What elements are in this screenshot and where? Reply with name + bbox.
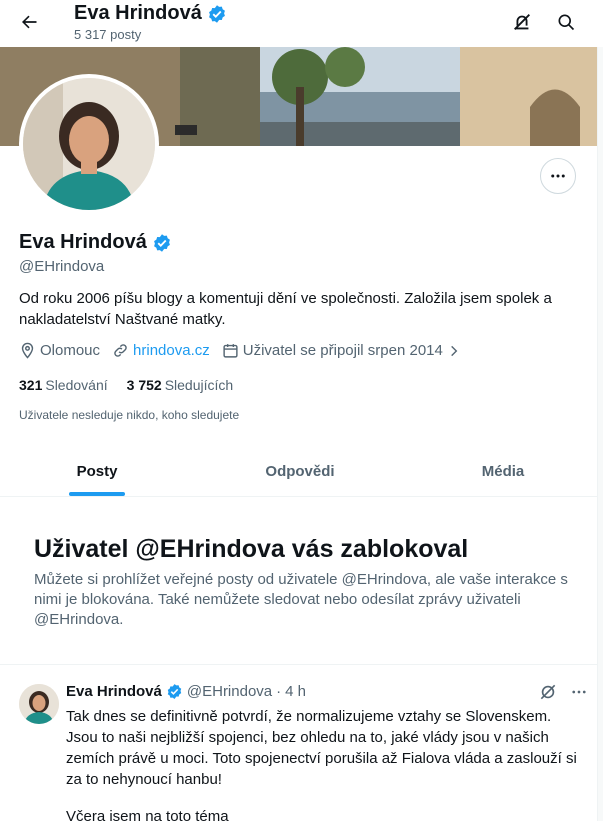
tab-posts[interactable]: Posty: [0, 446, 194, 497]
more-options-button[interactable]: [540, 158, 576, 194]
following-link[interactable]: 321 Sledování: [19, 377, 108, 393]
blocked-text: Můžete si prohlížet veřejné posty od uži…: [34, 571, 568, 628]
tweet-author-name[interactable]: Eva Hrindová: [66, 683, 162, 700]
verified-badge-icon[interactable]: [152, 233, 172, 253]
not-followed-note: Uživatele nesleduje nikdo, koho sledujet…: [19, 408, 240, 422]
tweet-text: Tak dnes se definitivně potvrdí, že norm…: [66, 708, 577, 788]
followers-link[interactable]: 3 752 Sledujících: [127, 377, 234, 393]
tweet-author-handle[interactable]: @EHrindova: [187, 683, 272, 700]
profile-handle: @EHrindova: [19, 258, 105, 275]
location-pin-icon: [21, 342, 34, 359]
website-item: hrindova.cz: [112, 342, 210, 359]
profile-bio: Od roku 2006 píšu blogy a komentuji dění…: [19, 290, 552, 328]
tweet-avatar[interactable]: [19, 684, 59, 724]
arrow-left-icon: [22, 15, 37, 29]
verified-badge-icon: [208, 4, 225, 23]
website-link[interactable]: hrindova.cz: [133, 342, 210, 359]
joined-text: Uživatel se připojil srpen 2014: [242, 342, 443, 359]
blocked-title: Uživatel @EHrindova vás zablokoval: [34, 535, 469, 563]
calendar-icon: [223, 344, 238, 358]
header-name: Eva Hrindová: [74, 2, 202, 24]
tab-media[interactable]: Média: [403, 446, 603, 497]
search-button[interactable]: [552, 8, 580, 36]
more-horizontal-icon: [551, 174, 565, 178]
location-item: Olomouc: [19, 342, 100, 359]
active-tab-indicator: [69, 492, 125, 496]
followers-label: Sledujících: [164, 377, 234, 393]
tweet-text-continued: Včera jsem na toto téma: [66, 808, 229, 821]
follow-stats: 321 Sledování 3 752 Sledujících: [19, 377, 233, 393]
back-button[interactable]: [14, 7, 44, 37]
profile-name-text: Eva Hrindová: [19, 231, 147, 253]
top-bar: Eva Hrindová 5 317 posty: [0, 0, 603, 47]
tweet-actions: [538, 682, 588, 702]
profile-tabs: Posty Odpovědi Média: [0, 446, 603, 497]
tab-replies[interactable]: Odpovědi: [200, 446, 400, 497]
profile-avatar[interactable]: [19, 74, 159, 214]
posts-count: 5 317 posty: [74, 27, 142, 42]
location-text: Olomouc: [40, 342, 101, 359]
scrollbar-track[interactable]: [597, 47, 603, 821]
notification-toggle-button[interactable]: [508, 8, 536, 36]
tweet-separator: ·: [276, 683, 282, 700]
tweet-time[interactable]: 4 h: [285, 683, 306, 700]
tweet-header: Eva Hrindová @EHrindova · 4 h: [66, 683, 306, 700]
profile-meta: Olomouc hrindova.cz Uživatel se připojil…: [19, 342, 473, 359]
verified-badge-icon: [167, 684, 182, 699]
search-icon: [558, 14, 575, 31]
following-count: 321: [19, 377, 43, 393]
joined-item[interactable]: Uživatel se připojil srpen 2014: [222, 342, 461, 359]
followers-count: 3 752: [126, 377, 162, 393]
grok-icon[interactable]: [538, 682, 558, 702]
header-title: Eva Hrindová: [74, 2, 227, 25]
following-label: Sledování: [45, 377, 108, 393]
profile-name: Eva Hrindová: [19, 231, 172, 254]
chevron-right-icon: [451, 345, 458, 356]
more-horizontal-icon[interactable]: [570, 683, 588, 701]
link-icon: [114, 344, 127, 357]
avatar-photo: [23, 78, 155, 210]
muted-bell-icon: [514, 14, 530, 30]
